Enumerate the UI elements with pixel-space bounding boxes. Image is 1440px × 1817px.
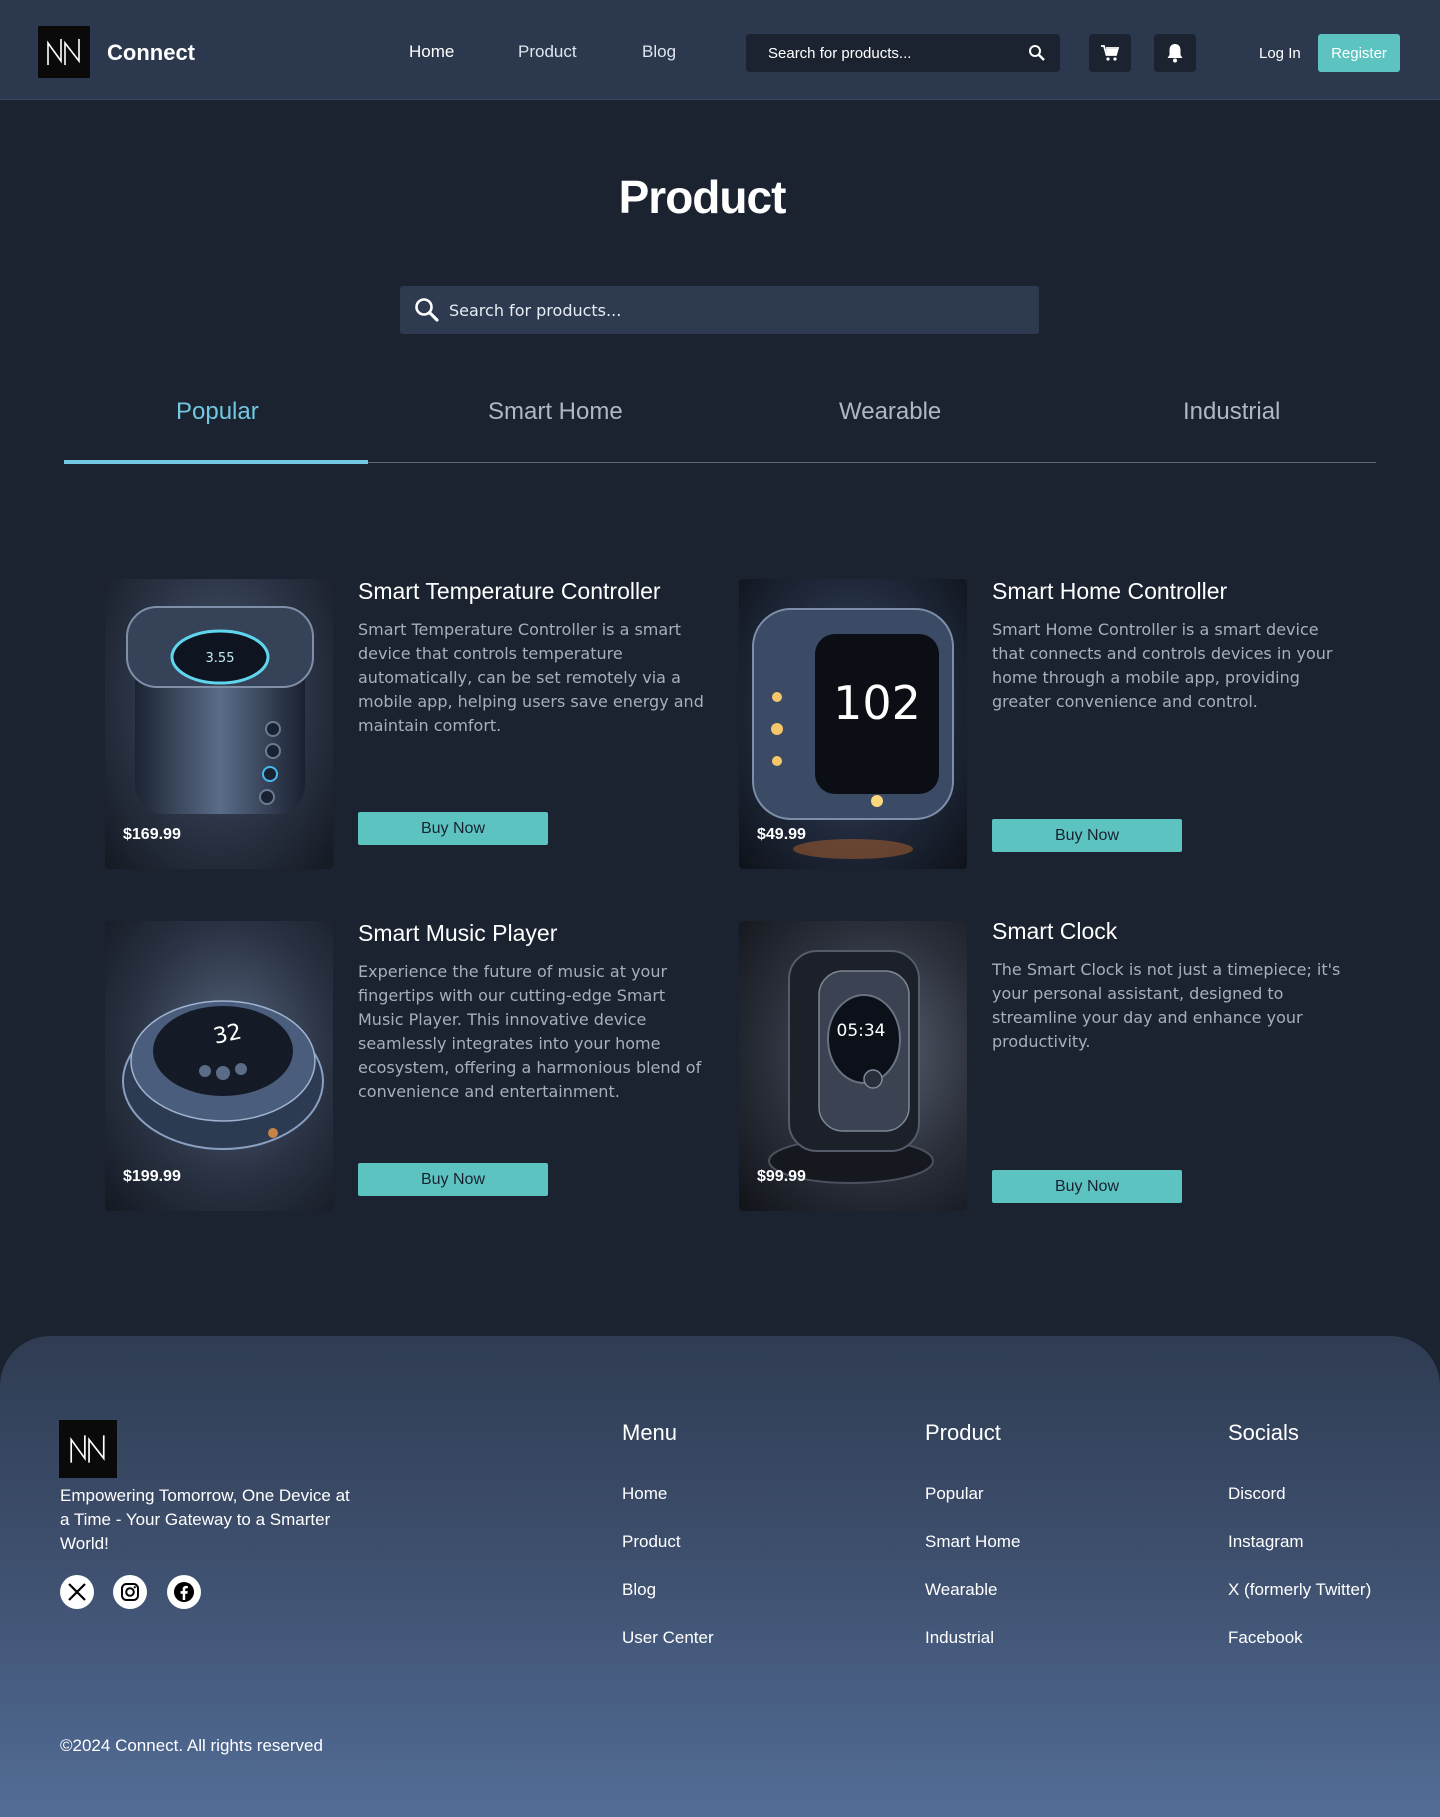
nav-blog[interactable]: Blog	[642, 42, 676, 62]
product-image[interactable]: 102 $49.99	[739, 579, 967, 869]
page-title: Product	[618, 171, 787, 223]
copyright: ©2024 Connect. All rights reserved	[60, 1736, 323, 1755]
buy-now-button[interactable]: Buy Now	[358, 812, 548, 845]
buy-now-button[interactable]: Buy Now	[992, 819, 1182, 852]
footer-tagline: Empowering Tomorrow, One Device at a Tim…	[60, 1486, 350, 1553]
site-footer: Empowering Tomorrow, One Device at a Tim…	[0, 1336, 1440, 1817]
product-title[interactable]: Smart Home Controller	[992, 578, 1227, 605]
product-image[interactable]: 32 $199.99	[105, 921, 333, 1211]
footer-menu-heading: Menu	[622, 1420, 678, 1445]
product-search	[400, 286, 1039, 334]
tab-wearable[interactable]: Wearable	[839, 398, 941, 426]
tab-industrial[interactable]: Industrial	[1183, 398, 1280, 426]
top-navbar: Connect Home Product Blog Log In Registe…	[0, 0, 1440, 100]
product-search-input[interactable]	[449, 286, 1019, 334]
product-title[interactable]: Smart Clock	[992, 918, 1117, 945]
header-search	[746, 34, 1060, 72]
footer-link-facebook[interactable]: Facebook	[1228, 1628, 1303, 1648]
footer-link-popular[interactable]: Popular	[925, 1484, 984, 1504]
logo-mark-icon	[70, 1435, 105, 1463]
product-image[interactable]: 05:34 $99.99	[739, 921, 967, 1211]
header-search-input[interactable]	[768, 34, 1018, 72]
footer-product-heading: Product	[925, 1420, 1001, 1445]
brand-logo[interactable]	[38, 26, 90, 78]
notifications-button[interactable]	[1154, 34, 1196, 72]
product-title[interactable]: Smart Temperature Controller	[358, 578, 661, 605]
footer-logo[interactable]	[59, 1420, 117, 1478]
footer-socials-heading: Socials	[1228, 1420, 1299, 1445]
product-price: $169.99	[123, 826, 181, 843]
nav-home[interactable]: Home	[409, 42, 454, 62]
device-screen-text: 102	[833, 676, 921, 730]
brand-name[interactable]: Connect	[107, 40, 195, 66]
product-image[interactable]: 3.55 $169.99	[105, 579, 333, 869]
bell-icon	[1167, 44, 1183, 63]
product-title[interactable]: Smart Music Player	[358, 920, 557, 947]
product-description: Smart Temperature Controller is a smart …	[358, 620, 704, 735]
footer-link-x[interactable]: X (formerly Twitter)	[1228, 1580, 1371, 1600]
category-tabs: Popular Smart Home Wearable Industrial	[64, 380, 1376, 464]
login-link[interactable]: Log In	[1259, 45, 1301, 62]
logo-mark-icon	[47, 39, 80, 65]
footer-link-blog[interactable]: Blog	[622, 1580, 656, 1600]
footer-link-instagram[interactable]: Instagram	[1228, 1532, 1304, 1552]
search-icon[interactable]	[1028, 44, 1046, 67]
x-icon[interactable]	[60, 1575, 94, 1609]
search-icon[interactable]	[414, 297, 440, 328]
buy-now-button[interactable]: Buy Now	[992, 1170, 1182, 1203]
footer-link-home[interactable]: Home	[622, 1484, 667, 1504]
device-screen-text: 05:34	[837, 1021, 886, 1041]
cart-icon	[1101, 45, 1120, 61]
product-description: Smart Home Controller is a smart device …	[992, 620, 1333, 711]
register-button[interactable]: Register	[1318, 34, 1400, 72]
footer-link-user-center[interactable]: User Center	[622, 1628, 714, 1648]
product-price: $199.99	[123, 1168, 181, 1185]
instagram-icon[interactable]	[113, 1575, 147, 1609]
active-tab-indicator	[64, 460, 368, 464]
product-price: $49.99	[757, 826, 806, 843]
product-description: Experience the future of music at your f…	[358, 962, 702, 1101]
product-price: $99.99	[757, 1168, 806, 1185]
facebook-icon[interactable]	[167, 1575, 201, 1609]
footer-link-smart-home[interactable]: Smart Home	[925, 1532, 1020, 1552]
footer-link-product[interactable]: Product	[622, 1532, 681, 1552]
nav-product[interactable]: Product	[518, 42, 577, 62]
footer-link-industrial[interactable]: Industrial	[925, 1628, 994, 1648]
footer-link-discord[interactable]: Discord	[1228, 1484, 1286, 1504]
buy-now-button[interactable]: Buy Now	[358, 1163, 548, 1196]
footer-link-wearable[interactable]: Wearable	[925, 1580, 997, 1600]
tab-popular[interactable]: Popular	[176, 398, 259, 426]
product-description: The Smart Clock is not just a timepiece;…	[992, 960, 1341, 1051]
cart-button[interactable]	[1089, 34, 1131, 72]
tab-smart-home[interactable]: Smart Home	[488, 398, 623, 426]
device-screen-text: 3.55	[206, 651, 235, 666]
